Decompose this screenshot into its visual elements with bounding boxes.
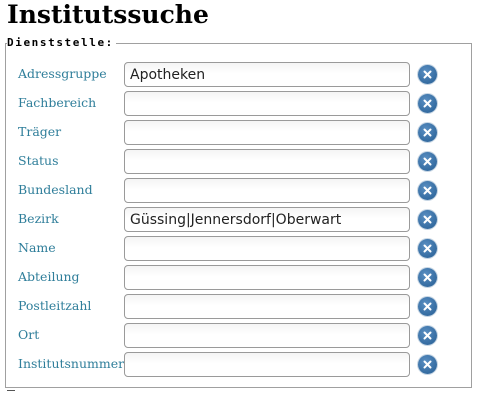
postleitzahl-input[interactable]	[124, 294, 410, 319]
clear-bundesland-button[interactable]	[418, 181, 437, 200]
clear-bezirk-button[interactable]	[418, 210, 437, 229]
field-label-adressgruppe: Adressgruppe	[18, 66, 107, 81]
ort-input[interactable]	[124, 323, 410, 348]
abteilung-input[interactable]	[124, 265, 410, 290]
page-title: Institutssuche	[7, 0, 209, 29]
form-row-bezirk: Bezirk	[18, 207, 448, 233]
field-label-bezirk: Bezirk	[18, 211, 59, 226]
close-circle-icon	[423, 273, 432, 282]
clear-ort-button[interactable]	[418, 326, 437, 345]
close-circle-icon	[423, 302, 432, 311]
form-row-institutsnummer: Institutsnummer	[18, 352, 448, 378]
field-label-postleitzahl: Postleitzahl	[18, 298, 92, 313]
clear-trager-button[interactable]	[418, 123, 437, 142]
field-label-abteilung: Abteilung	[18, 269, 80, 284]
form-row-name: Name	[18, 236, 448, 262]
clear-name-button[interactable]	[418, 239, 437, 258]
fachbereich-input[interactable]	[124, 91, 410, 116]
form-row-adressgruppe: Adressgruppe	[18, 62, 448, 88]
status-input[interactable]	[124, 149, 410, 174]
close-circle-icon	[423, 157, 432, 166]
form-row-bundesland: Bundesland	[18, 178, 448, 204]
clear-abteilung-button[interactable]	[418, 268, 437, 287]
form-row-postleitzahl: Postleitzahl	[18, 294, 448, 320]
close-circle-icon	[423, 186, 432, 195]
close-circle-icon	[423, 99, 432, 108]
clear-status-button[interactable]	[418, 152, 437, 171]
form-row-ort: Ort	[18, 323, 448, 349]
close-circle-icon	[423, 128, 432, 137]
close-circle-icon	[423, 70, 432, 79]
close-circle-icon	[423, 244, 432, 253]
field-label-fachbereich: Fachbereich	[18, 95, 97, 110]
clear-institutsnummer-button[interactable]	[418, 355, 437, 374]
trager-input[interactable]	[124, 120, 410, 145]
bezirk-input[interactable]	[124, 207, 410, 232]
field-label-name: Name	[18, 240, 56, 255]
close-circle-icon	[423, 360, 432, 369]
form-row-fachbereich: Fachbereich	[18, 91, 448, 117]
field-label-bundesland: Bundesland	[18, 182, 93, 197]
clear-adressgruppe-button[interactable]	[418, 65, 437, 84]
field-label-institutsnummer: Institutsnummer	[18, 356, 125, 371]
field-label-trager: Träger	[18, 124, 62, 139]
name-input[interactable]	[124, 236, 410, 261]
form-row-status: Status	[18, 149, 448, 175]
form-row-abteilung: Abteilung	[18, 265, 448, 291]
fieldset-legend: Dienststelle:	[7, 36, 116, 50]
field-label-ort: Ort	[18, 327, 40, 342]
institutsnummer-input[interactable]	[124, 352, 410, 377]
adressgruppe-input[interactable]	[124, 62, 410, 87]
close-circle-icon	[423, 331, 432, 340]
bundesland-input[interactable]	[124, 178, 410, 203]
field-label-status: Status	[18, 153, 59, 168]
clear-postleitzahl-button[interactable]	[418, 297, 437, 316]
close-circle-icon	[423, 215, 432, 224]
divider	[7, 390, 15, 391]
form-row-trager: Träger	[18, 120, 448, 146]
clear-fachbereich-button[interactable]	[418, 94, 437, 113]
